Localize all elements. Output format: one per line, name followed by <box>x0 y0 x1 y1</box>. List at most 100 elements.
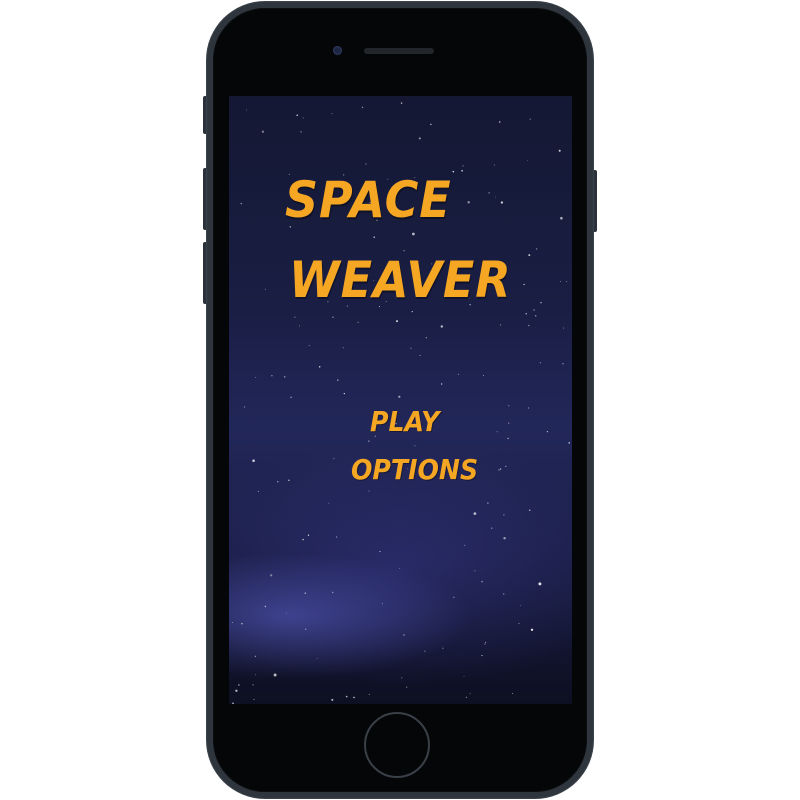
star <box>332 591 334 594</box>
star <box>503 514 505 516</box>
star <box>232 702 234 704</box>
star <box>528 254 531 257</box>
star <box>412 232 415 236</box>
star <box>333 458 335 460</box>
star <box>558 149 561 152</box>
home-button[interactable] <box>364 712 430 778</box>
star <box>254 655 256 657</box>
star <box>493 164 495 166</box>
star <box>283 376 286 378</box>
star <box>453 596 455 598</box>
star <box>308 345 310 347</box>
star <box>441 383 443 385</box>
star <box>365 163 367 165</box>
star <box>305 628 307 630</box>
star <box>353 696 355 699</box>
star <box>361 106 364 109</box>
star <box>430 123 432 126</box>
star <box>499 324 502 326</box>
star <box>235 689 238 692</box>
star <box>273 673 277 677</box>
star <box>440 325 444 328</box>
star <box>400 102 403 104</box>
star <box>332 316 334 318</box>
star <box>496 431 498 433</box>
star <box>424 650 426 652</box>
star <box>488 192 490 194</box>
star <box>381 603 383 605</box>
star <box>307 534 310 536</box>
star <box>257 491 259 493</box>
star <box>294 316 296 318</box>
star <box>498 121 501 123</box>
options-button[interactable]: OPTIONS <box>351 453 478 487</box>
star <box>495 196 497 198</box>
star <box>534 315 537 317</box>
star <box>255 377 257 378</box>
star <box>411 311 413 313</box>
star <box>335 536 338 538</box>
front-camera-icon <box>333 46 342 55</box>
star <box>469 693 471 695</box>
star <box>474 570 476 572</box>
star <box>331 113 333 115</box>
star <box>566 281 568 283</box>
star <box>290 396 292 398</box>
star <box>508 405 510 407</box>
star <box>399 567 401 569</box>
star <box>540 302 542 304</box>
star <box>481 580 483 583</box>
star <box>253 698 255 701</box>
star <box>345 695 348 698</box>
star <box>560 280 561 282</box>
star <box>538 582 542 586</box>
star <box>465 696 468 698</box>
star <box>500 468 502 470</box>
star <box>368 490 370 492</box>
star <box>252 459 255 463</box>
star <box>518 622 520 625</box>
star <box>418 137 421 140</box>
star <box>457 373 460 376</box>
star <box>508 422 510 424</box>
star <box>318 366 321 368</box>
star <box>467 201 470 204</box>
star <box>241 622 243 625</box>
star <box>264 605 267 608</box>
star <box>232 622 234 623</box>
star <box>302 538 304 541</box>
star <box>463 676 465 678</box>
star <box>357 321 359 323</box>
play-button[interactable]: PLAY <box>370 405 439 439</box>
star <box>246 109 248 111</box>
star <box>527 159 529 161</box>
device-mockup: SPACE WEAVER PLAY OPTIONS <box>0 0 800 800</box>
star <box>255 674 256 676</box>
star <box>464 544 466 546</box>
star <box>452 170 455 173</box>
star <box>519 604 521 606</box>
star <box>539 362 542 364</box>
star <box>563 327 564 329</box>
star <box>285 612 287 614</box>
star <box>529 118 531 120</box>
star <box>491 527 493 529</box>
game-screen: SPACE WEAVER PLAY OPTIONS <box>229 96 572 704</box>
star <box>503 536 506 540</box>
star <box>328 502 330 504</box>
star <box>462 165 464 167</box>
star <box>343 393 345 395</box>
star <box>238 684 240 686</box>
star <box>406 686 408 688</box>
star <box>243 406 246 408</box>
star <box>483 375 485 376</box>
earpiece-speaker <box>364 48 434 54</box>
star <box>261 130 265 133</box>
star <box>379 551 381 553</box>
star <box>264 288 266 290</box>
star <box>331 698 334 701</box>
star <box>337 379 339 381</box>
star <box>302 117 304 119</box>
star <box>528 324 530 327</box>
star <box>398 395 401 398</box>
